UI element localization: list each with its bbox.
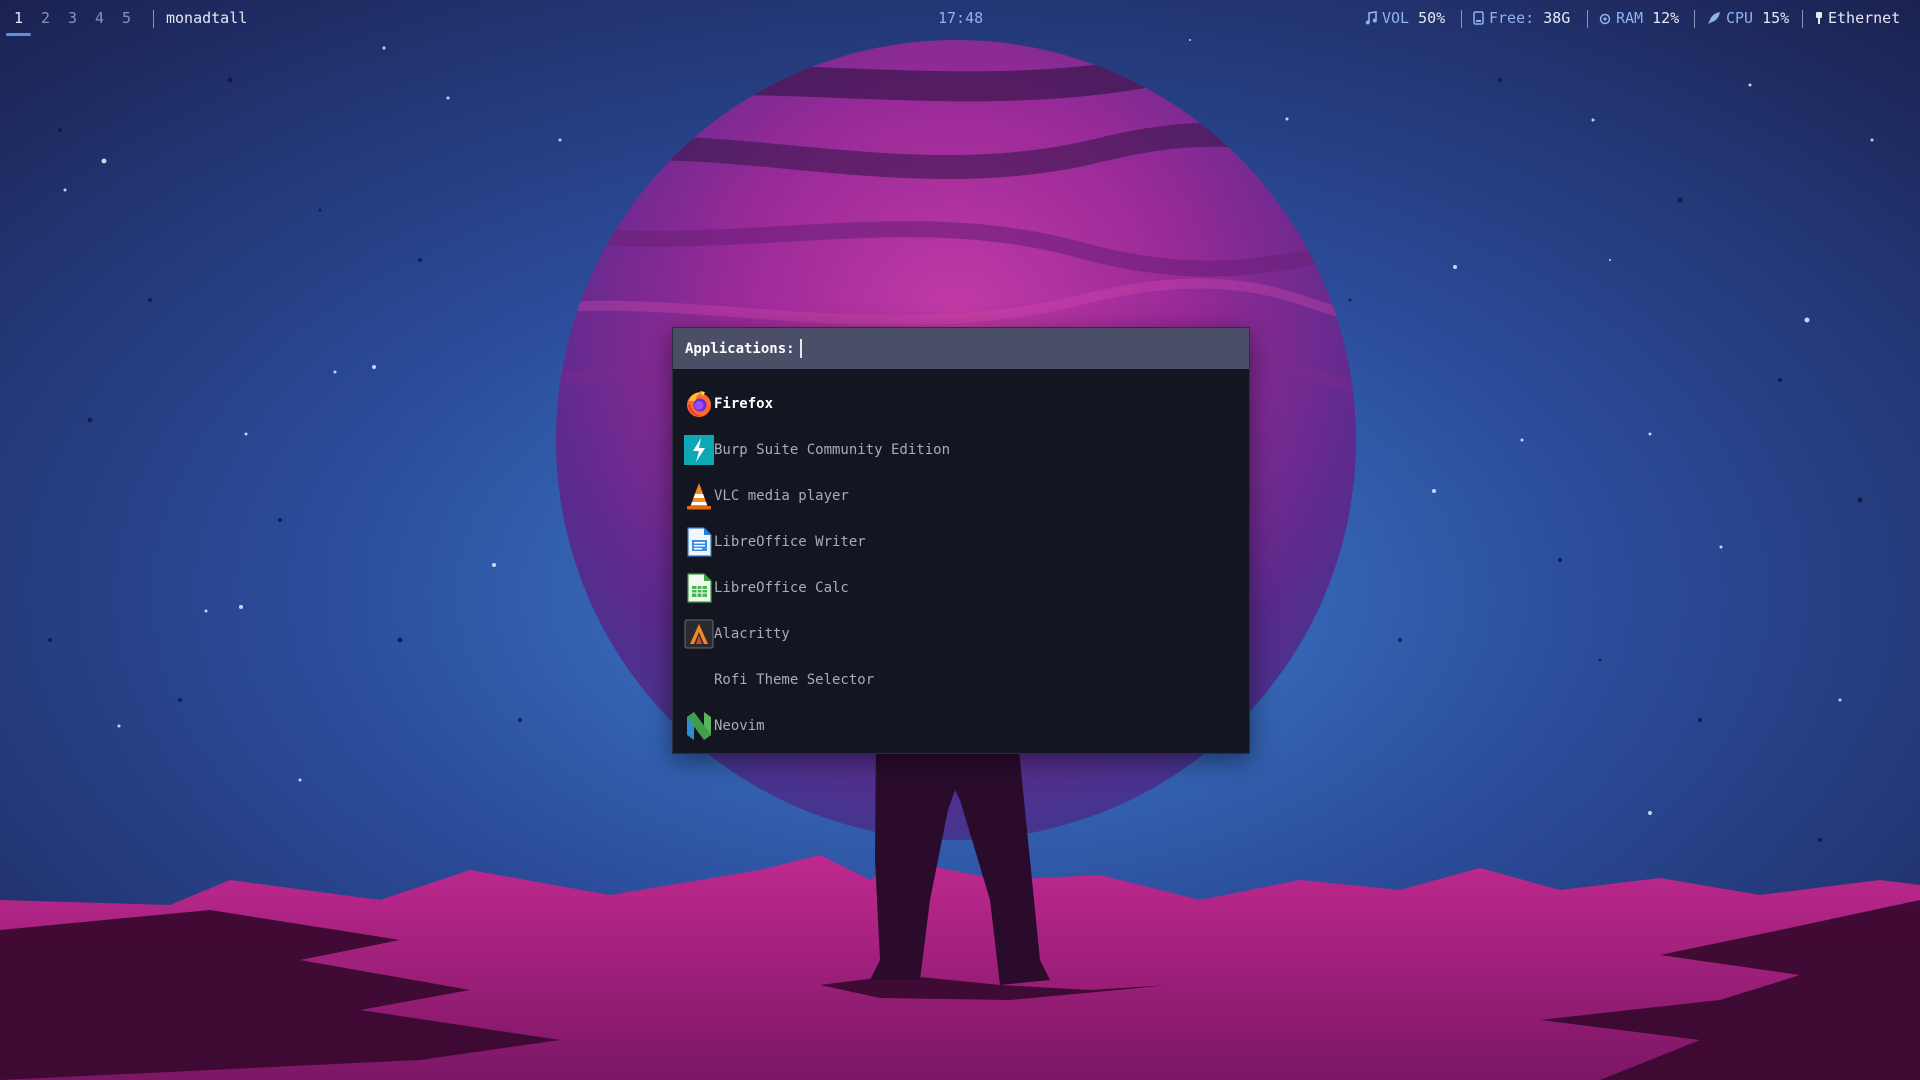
list-item-burp-suite[interactable]: Burp Suite Community Edition [673, 426, 1249, 472]
separator [1802, 10, 1803, 28]
rocket-icon [1707, 11, 1721, 29]
volume-module[interactable]: VOL 50% [1365, 9, 1445, 29]
workspace-4[interactable]: 4 [95, 9, 104, 27]
disk-module[interactable]: Free: 38G [1473, 9, 1570, 29]
network-value: Ethernet [1828, 9, 1901, 27]
libreoffice-calc-icon [684, 573, 714, 603]
app-name: Alacritty [714, 626, 790, 642]
app-name: Neovim [714, 718, 765, 734]
launcher-prompt-bar: Applications: [673, 328, 1249, 369]
active-workspace-indicator [6, 33, 31, 36]
ram-module[interactable]: RAM 12% [1599, 9, 1679, 29]
workspace-1[interactable]: 1 [14, 9, 23, 27]
list-item-firefox[interactable]: Firefox [673, 380, 1249, 426]
memory-chip-icon [1599, 11, 1611, 29]
layout-name[interactable]: monadtall [166, 9, 247, 27]
vlc-cone-icon [684, 481, 714, 511]
prompt-label: Applications: [685, 341, 795, 357]
network-module[interactable]: Ethernet [1815, 9, 1900, 29]
app-list: Firefox Burp Suite Community Edition VLC… [673, 380, 1249, 748]
list-item-neovim[interactable]: Neovim [673, 702, 1249, 748]
libreoffice-writer-icon [684, 527, 714, 557]
workspace-3[interactable]: 3 [68, 9, 77, 27]
disk-value: 38G [1543, 9, 1571, 27]
volume-value: 50% [1418, 9, 1446, 27]
cpu-label: CPU [1726, 9, 1754, 27]
app-name: LibreOffice Writer [714, 534, 866, 550]
app-launcher: Applications: Firefox Burp Suite Communi… [672, 327, 1250, 754]
alacritty-icon [684, 619, 714, 649]
list-item-rofi-theme-selector[interactable]: Rofi Theme Selector [673, 656, 1249, 702]
list-item-libreoffice-calc[interactable]: LibreOffice Calc [673, 564, 1249, 610]
search-input[interactable] [799, 339, 1219, 359]
separator [1694, 10, 1695, 28]
list-item-alacritty[interactable]: Alacritty [673, 610, 1249, 656]
burp-suite-icon [684, 435, 714, 465]
hard-drive-icon [1473, 11, 1484, 29]
app-name: Rofi Theme Selector [714, 672, 875, 688]
list-item-vlc[interactable]: VLC media player [673, 472, 1249, 518]
disk-label: Free: [1489, 9, 1535, 27]
separator [153, 10, 154, 28]
list-item-libreoffice-writer[interactable]: LibreOffice Writer [673, 518, 1249, 564]
app-name: VLC media player [714, 488, 849, 504]
ram-label: RAM [1616, 9, 1644, 27]
cpu-module[interactable]: CPU 15% [1707, 9, 1789, 29]
neovim-icon [684, 711, 714, 741]
ram-value: 12% [1652, 9, 1680, 27]
music-note-icon [1365, 11, 1377, 29]
cpu-value: 15% [1762, 9, 1790, 27]
clock[interactable]: 17:48 [938, 9, 983, 27]
app-name: Burp Suite Community Edition [714, 442, 951, 458]
text-cursor [800, 339, 802, 358]
separator [1461, 10, 1462, 28]
ethernet-plug-icon [1815, 11, 1823, 29]
app-name: LibreOffice Calc [714, 580, 849, 596]
volume-label: VOL [1382, 9, 1410, 27]
workspace-2[interactable]: 2 [41, 9, 50, 27]
firefox-icon [684, 389, 714, 419]
top-bar: 1 2 3 4 5 monadtall 17:48 VOL 50% Free: … [0, 0, 1920, 38]
workspace-5[interactable]: 5 [122, 9, 131, 27]
app-name: Firefox [714, 396, 774, 412]
separator [1587, 10, 1588, 28]
